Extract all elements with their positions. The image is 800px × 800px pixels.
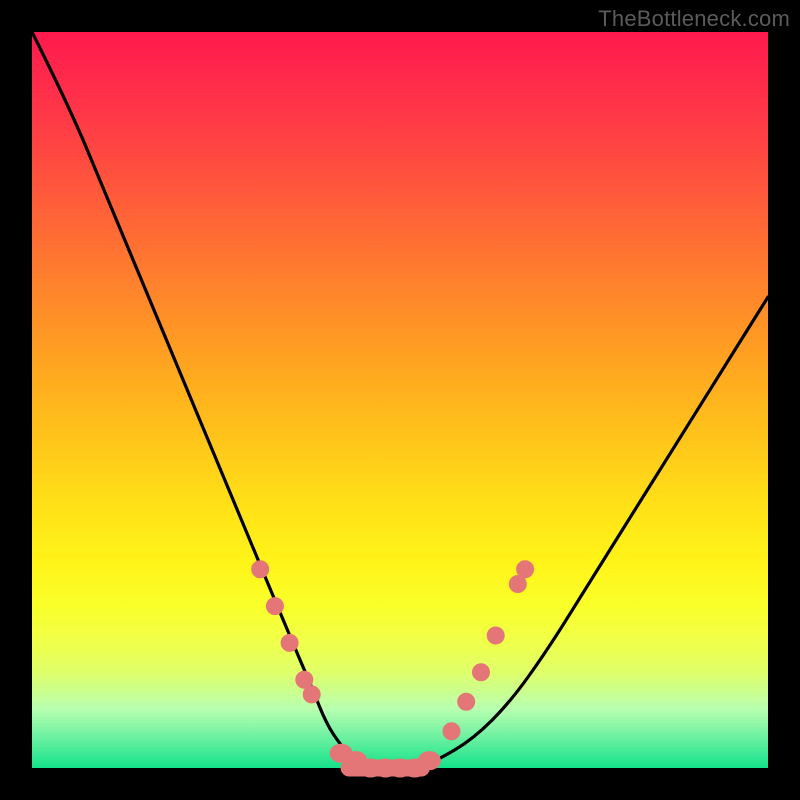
marker-dot	[517, 561, 534, 578]
marker-dot	[487, 627, 504, 644]
curve-layer	[32, 32, 768, 768]
chart-frame: TheBottleneck.com	[0, 0, 800, 800]
marker-layer	[252, 561, 534, 777]
plot-area	[32, 32, 768, 768]
marker-dot	[443, 723, 460, 740]
marker-dot	[266, 598, 283, 615]
bottleneck-curve	[32, 32, 768, 768]
marker-dot	[458, 693, 475, 710]
marker-dot	[303, 686, 320, 703]
watermark-text: TheBottleneck.com	[598, 6, 790, 32]
marker-dot	[473, 664, 490, 681]
marker-dot	[281, 634, 298, 651]
curve-svg	[32, 32, 768, 768]
marker-capsule	[418, 752, 440, 770]
marker-dot	[252, 561, 269, 578]
